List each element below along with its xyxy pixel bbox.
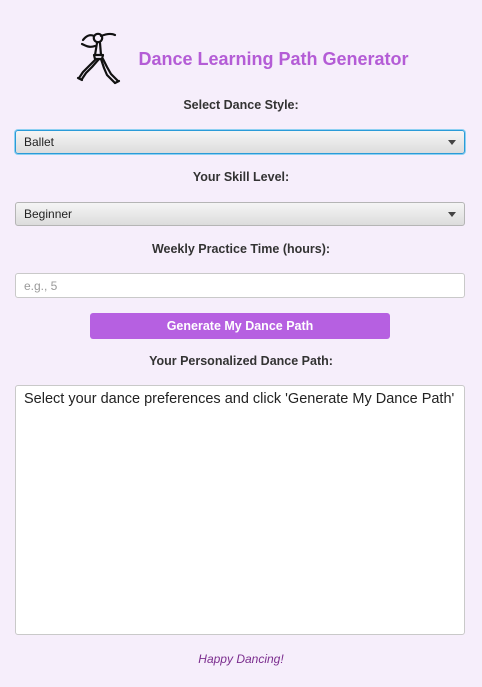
skill-level-label: Your Skill Level:	[192, 170, 290, 184]
footer-text: Happy Dancing!	[198, 652, 284, 666]
practice-time-label: Weekly Practice Time (hours):	[151, 242, 331, 256]
chevron-down-icon	[448, 139, 456, 145]
dance-style-value: Ballet	[24, 135, 55, 149]
chevron-down-icon	[448, 211, 456, 217]
app-title: Dance Learning Path Generator	[138, 48, 409, 69]
result-label: Your Personalized Dance Path:	[149, 354, 333, 368]
dancer-icon	[77, 32, 121, 85]
dance-style-select[interactable]: Ballet	[15, 130, 465, 154]
generate-path-button[interactable]: Generate My Dance Path	[90, 313, 390, 339]
skill-level-value: Beginner	[24, 207, 73, 221]
dance-style-label: Select Dance Style:	[183, 98, 299, 112]
dance-path-output[interactable]: Select your dance preferences and click …	[15, 385, 465, 635]
app-header: Dance Learning Path Generator	[0, 26, 482, 88]
practice-time-input[interactable]	[15, 273, 465, 298]
skill-level-select[interactable]: Beginner	[15, 202, 465, 226]
